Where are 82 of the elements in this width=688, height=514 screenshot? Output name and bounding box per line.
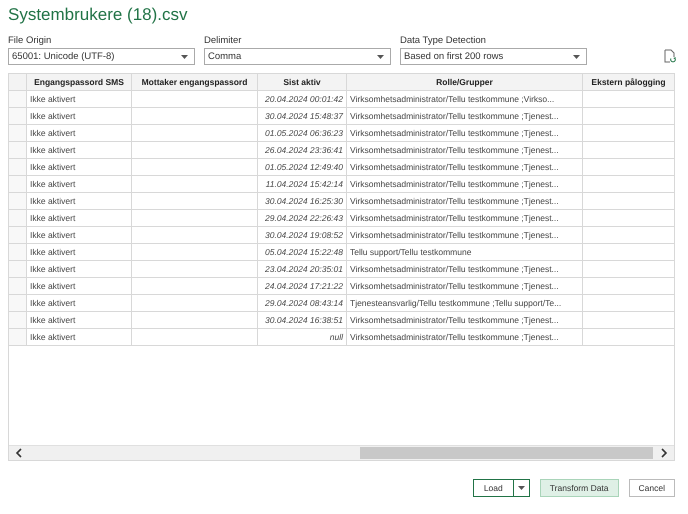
table-cell: Ikke aktivert: [27, 210, 132, 227]
row-header[interactable]: [9, 108, 27, 125]
table-cell: Virksomhetsadministrator/Tellu testkommune ;Tjenest...: [347, 227, 583, 244]
table-cell: Ikke aktivert: [27, 193, 132, 210]
table-cell: Tjenesteansvarlig/Tellu testkommune ;Tellu support/Te...: [347, 295, 583, 312]
row-header[interactable]: [9, 176, 27, 193]
table-cell: Ikke aktivert: [27, 176, 132, 193]
row-header[interactable]: [9, 312, 27, 329]
table-cell: Ikke aktivert: [27, 295, 132, 312]
dropdown[interactable]: 65001: Unicode (UTF-8): [8, 48, 195, 65]
column-header[interactable]: Ekstern pålogging: [583, 74, 675, 91]
table-cell: 30.04.2024 15:48:37: [258, 108, 347, 125]
scrollbar-thumb[interactable]: [360, 447, 653, 459]
cancel-button[interactable]: Cancel: [628, 479, 675, 497]
table-cell: Virksomhetsadministrator/Tellu testkommune ;Tjenest...: [347, 278, 583, 295]
table-cell: null: [258, 329, 347, 346]
table-cell: Ikke aktivert: [27, 329, 132, 346]
dropdown[interactable]: Comma: [204, 48, 391, 65]
row-header[interactable]: [9, 142, 27, 159]
table-cell: 29.04.2024 08:43:14: [258, 295, 347, 312]
table-cell: Tellu support/Tellu testkommune: [347, 244, 583, 261]
table-cell: Ikke aktivert: [27, 108, 132, 125]
table-cell: Virksomhetsadministrator/Tellu testkommune ;Tjenest...: [347, 261, 583, 278]
table-cell: Virksomhetsadministrator/Tellu testkommune ;Tjenest...: [347, 176, 583, 193]
table-cell: Ikke aktivert: [27, 125, 132, 142]
option-label: Data Type Detection: [400, 35, 487, 46]
table-cell: 29.04.2024 22:26:43: [258, 210, 347, 227]
table-cell: Virksomhetsadministrator/Tellu testkommune ;Virkso...: [347, 91, 583, 108]
table-cell: Ikke aktivert: [27, 227, 132, 244]
table-cell: Virksomhetsadministrator/Tellu testkommune ;Tjenest...: [347, 210, 583, 227]
column-header[interactable]: Mottaker engangspassord: [132, 74, 258, 91]
dropdown[interactable]: Based on first 200 rows: [400, 48, 587, 65]
table-cell: 23.04.2024 20:35:01: [258, 261, 347, 278]
table-cell: 11.04.2024 15:42:14: [258, 176, 347, 193]
option-label: Delimiter: [204, 35, 242, 46]
transform-button[interactable]: Transform Data: [540, 479, 619, 497]
table-cell: Ikke aktivert: [27, 261, 132, 278]
column-header[interactable]: Sist aktiv: [258, 74, 347, 91]
table-cell: 26.04.2024 23:36:41: [258, 142, 347, 159]
caret-icon: [518, 486, 525, 490]
table-cell: Virksomhetsadministrator/Tellu testkommune ;Tjenest...: [347, 108, 583, 125]
row-header[interactable]: [9, 278, 27, 295]
table-cell: Ikke aktivert: [27, 142, 132, 159]
row-header[interactable]: [9, 295, 27, 312]
table-cell: 30.04.2024 16:25:30: [258, 193, 347, 210]
row-header[interactable]: [9, 329, 27, 346]
table-cell: Ikke aktivert: [27, 159, 132, 176]
option-label: File Origin: [8, 35, 52, 46]
table-cell: Virksomhetsadministrator/Tellu testkommune ;Tjenest...: [347, 312, 583, 329]
table-cell: Ikke aktivert: [27, 312, 132, 329]
table-cell: Ikke aktivert: [27, 91, 132, 108]
row-header[interactable]: [9, 193, 27, 210]
scroll-right-icon[interactable]: [661, 448, 668, 458]
table-cell: 05.04.2024 15:22:48: [258, 244, 347, 261]
row-header[interactable]: [9, 227, 27, 244]
caret-icon: [181, 54, 188, 58]
table-cell: 24.04.2024 17:21:22: [258, 278, 347, 295]
row-header[interactable]: [9, 244, 27, 261]
caret-icon: [573, 54, 580, 58]
table-cell: 30.04.2024 19:08:52: [258, 227, 347, 244]
table-cell: Virksomhetsadministrator/Tellu testkommune ;Tjenest...: [347, 159, 583, 176]
table-cell: Virksomhetsadministrator/Tellu testkommune ;Tjenest...: [347, 193, 583, 210]
refresh-icon[interactable]: [664, 49, 676, 63]
row-header[interactable]: [9, 261, 27, 278]
table-cell: Virksomhetsadministrator/Tellu testkommune ;Tjenest...: [347, 329, 583, 346]
row-header[interactable]: [9, 159, 27, 176]
window-title: Systembrukere (18).csv: [8, 5, 188, 26]
column-header[interactable]: Engangspassord SMS: [27, 74, 132, 91]
scroll-left-icon[interactable]: [15, 448, 22, 458]
table-cell: Ikke aktivert: [27, 278, 132, 295]
row-header[interactable]: [9, 210, 27, 227]
table-cell: 20.04.2024 00:01:42: [258, 91, 347, 108]
caret-icon: [377, 54, 384, 58]
row-header[interactable]: [9, 125, 27, 142]
row-header[interactable]: [9, 91, 27, 108]
table-cell: 01.05.2024 06:36:23: [258, 125, 347, 142]
table-cell: 01.05.2024 12:49:40: [258, 159, 347, 176]
table-cell: Virksomhetsadministrator/Tellu testkommune ;Tjenest...: [347, 125, 583, 142]
column-header[interactable]: Rolle/Grupper: [347, 74, 583, 91]
table-cell: 30.04.2024 16:38:51: [258, 312, 347, 329]
table-cell: Virksomhetsadministrator/Tellu testkommune ;Tjenest...: [347, 142, 583, 159]
table-cell: Ikke aktivert: [27, 244, 132, 261]
